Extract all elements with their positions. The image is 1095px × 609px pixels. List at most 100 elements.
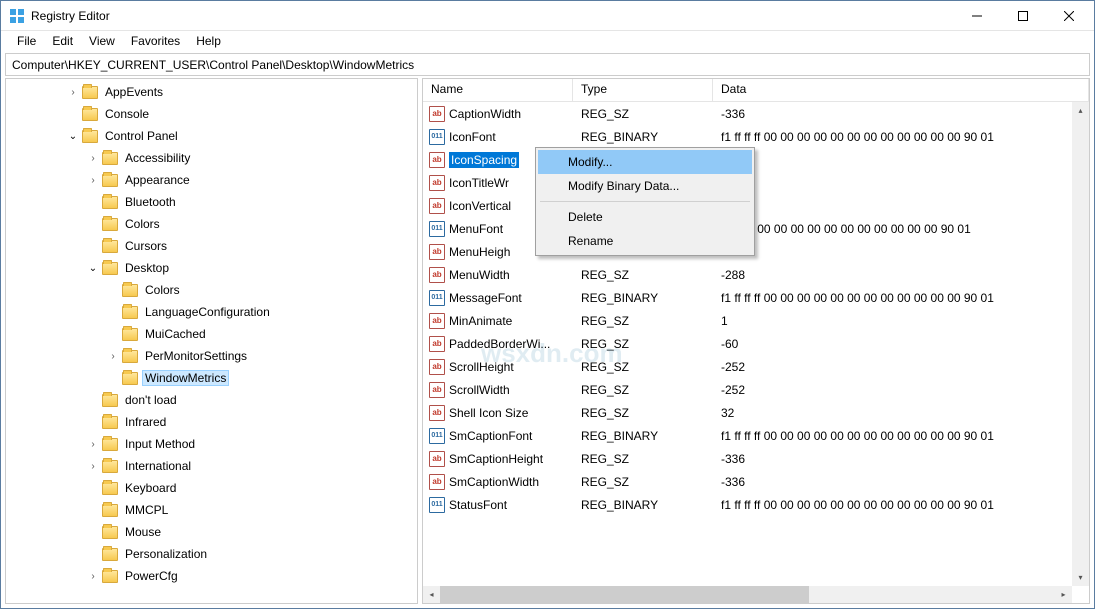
tree-item[interactable]: Mouse — [6, 521, 417, 543]
scroll-up-icon[interactable]: ▴ — [1072, 102, 1089, 119]
table-row[interactable]: abIconSpacingREG_SZ-1128 — [423, 148, 1089, 171]
tree-item[interactable]: LanguageConfiguration — [6, 301, 417, 323]
scroll-thumb[interactable] — [440, 586, 809, 603]
tree-item[interactable]: Colors — [6, 279, 417, 301]
maximize-button[interactable] — [1000, 1, 1046, 31]
table-row[interactable]: abSmCaptionWidthREG_SZ-336 — [423, 470, 1089, 493]
context-menu-item[interactable]: Rename — [538, 229, 752, 253]
scroll-left-icon[interactable]: ◂ — [423, 586, 440, 603]
tree-item[interactable]: ›PowerCfg — [6, 565, 417, 587]
chevron-down-icon[interactable]: ⌄ — [86, 261, 100, 275]
chevron-right-icon[interactable]: › — [86, 569, 100, 583]
tree-item[interactable]: ›PerMonitorSettings — [6, 345, 417, 367]
scroll-down-icon[interactable]: ▾ — [1072, 569, 1089, 586]
table-row[interactable]: abScrollHeightREG_SZ-252 — [423, 355, 1089, 378]
vertical-scrollbar[interactable]: ▴ ▾ — [1072, 102, 1089, 586]
chevron-none[interactable] — [106, 305, 120, 319]
table-row[interactable]: 011StatusFontREG_BINARYf1 ff ff ff 00 00… — [423, 493, 1089, 516]
list-body[interactable]: abCaptionWidthREG_SZ-336011IconFontREG_B… — [423, 102, 1089, 603]
chevron-none[interactable] — [86, 239, 100, 253]
tree-item[interactable]: ›Accessibility — [6, 147, 417, 169]
tree-item[interactable]: Personalization — [6, 543, 417, 565]
table-row[interactable]: abSmCaptionHeightREG_SZ-336 — [423, 447, 1089, 470]
tree-item[interactable]: ›Appearance — [6, 169, 417, 191]
minimize-button[interactable] — [954, 1, 1000, 31]
tree-item[interactable]: ⌄ Control Panel — [6, 125, 417, 147]
tree-item-label: Personalization — [122, 546, 210, 562]
tree-item[interactable]: Bluetooth — [6, 191, 417, 213]
chevron-none[interactable] — [86, 525, 100, 539]
chevron-down-icon[interactable]: ⌄ — [66, 129, 80, 143]
tree-item[interactable]: Colors — [6, 213, 417, 235]
horizontal-scrollbar[interactable]: ◂ ▸ — [423, 586, 1072, 603]
tree-item[interactable]: ›AppEvents — [6, 81, 417, 103]
table-row[interactable]: 011IconFontREG_BINARYf1 ff ff ff 00 00 0… — [423, 125, 1089, 148]
tree-item[interactable]: Infrared — [6, 411, 417, 433]
tree-item-label: Colors — [142, 282, 183, 298]
tree-item[interactable]: ›Input Method — [6, 433, 417, 455]
chevron-right-icon[interactable]: › — [106, 349, 120, 363]
context-menu-item[interactable]: Modify... — [538, 150, 752, 174]
chevron-none[interactable] — [86, 481, 100, 495]
chevron-right-icon[interactable]: › — [86, 173, 100, 187]
chevron-none[interactable] — [106, 327, 120, 341]
table-row[interactable]: 011SmCaptionFontREG_BINARYf1 ff ff ff 00… — [423, 424, 1089, 447]
column-type[interactable]: Type — [573, 79, 713, 101]
table-row[interactable]: abScrollWidthREG_SZ-252 — [423, 378, 1089, 401]
chevron-none[interactable] — [86, 393, 100, 407]
column-data[interactable]: Data — [713, 79, 1089, 101]
address-bar[interactable]: Computer\HKEY_CURRENT_USER\Control Panel… — [5, 53, 1090, 76]
scroll-right-icon[interactable]: ▸ — [1055, 586, 1072, 603]
chevron-right-icon[interactable]: › — [86, 459, 100, 473]
table-row[interactable]: abIconVertical8 — [423, 194, 1089, 217]
tree-item[interactable]: Keyboard — [6, 477, 417, 499]
tree-item[interactable]: Console — [6, 103, 417, 125]
table-row[interactable]: abMenuWidthREG_SZ-288 — [423, 263, 1089, 286]
menu-favorites[interactable]: Favorites — [123, 32, 188, 50]
table-row[interactable]: abPaddedBorderWi...REG_SZ-60 — [423, 332, 1089, 355]
chevron-right-icon[interactable]: › — [86, 437, 100, 451]
chevron-none[interactable] — [106, 371, 120, 385]
chevron-none[interactable] — [86, 547, 100, 561]
table-row[interactable]: abMinAnimateREG_SZ1 — [423, 309, 1089, 332]
context-menu-item[interactable]: Delete — [538, 205, 752, 229]
column-name[interactable]: Name — [423, 79, 573, 101]
chevron-none[interactable] — [86, 195, 100, 209]
tree-item[interactable]: don't load — [6, 389, 417, 411]
tree-pane[interactable]: ›AppEventsConsole ⌄ Control Panel ›Accessib… — [5, 78, 418, 604]
value-name: Shell Icon Size — [449, 406, 528, 420]
tree-item[interactable]: MMCPL — [6, 499, 417, 521]
menu-edit[interactable]: Edit — [44, 32, 81, 50]
chevron-none[interactable] — [86, 217, 100, 231]
tree-item[interactable]: ›International — [6, 455, 417, 477]
chevron-right-icon[interactable]: › — [66, 85, 80, 99]
chevron-right-icon[interactable]: › — [86, 151, 100, 165]
tree-item-label: Keyboard — [122, 480, 179, 496]
chevron-none[interactable] — [66, 107, 80, 121]
reg-binary-icon: 011 — [429, 290, 445, 306]
value-data: 1 — [713, 314, 1089, 328]
menu-view[interactable]: View — [81, 32, 123, 50]
tree-item[interactable]: WindowMetrics — [6, 367, 417, 389]
close-button[interactable] — [1046, 1, 1092, 31]
menu-file[interactable]: File — [9, 32, 44, 50]
chevron-none[interactable] — [106, 283, 120, 297]
table-row[interactable]: 011MessageFontREG_BINARYf1 ff ff ff 00 0… — [423, 286, 1089, 309]
table-row[interactable]: abCaptionWidthREG_SZ-336 — [423, 102, 1089, 125]
menu-help[interactable]: Help — [188, 32, 229, 50]
tree-item[interactable]: Cursors — [6, 235, 417, 257]
table-row[interactable]: abIconTitleWr — [423, 171, 1089, 194]
table-row[interactable]: abShell Icon SizeREG_SZ32 — [423, 401, 1089, 424]
context-menu-item[interactable]: Modify Binary Data... — [538, 174, 752, 198]
value-data: 32 — [713, 406, 1089, 420]
table-row[interactable]: 011MenuFontff ff 00 00 00 00 00 00 00 00… — [423, 217, 1089, 240]
tree-item[interactable]: MuiCached — [6, 323, 417, 345]
tree-item[interactable]: ⌄Desktop — [6, 257, 417, 279]
table-row[interactable]: abMenuHeigh — [423, 240, 1089, 263]
tree-item-label: Control Panel — [102, 128, 181, 144]
chevron-none[interactable] — [86, 415, 100, 429]
chevron-none[interactable] — [86, 503, 100, 517]
value-data: ff ff 00 00 00 00 00 00 00 00 00 00 00 0… — [713, 222, 1089, 236]
value-data: -288 — [713, 268, 1089, 282]
folder-icon — [102, 504, 118, 517]
